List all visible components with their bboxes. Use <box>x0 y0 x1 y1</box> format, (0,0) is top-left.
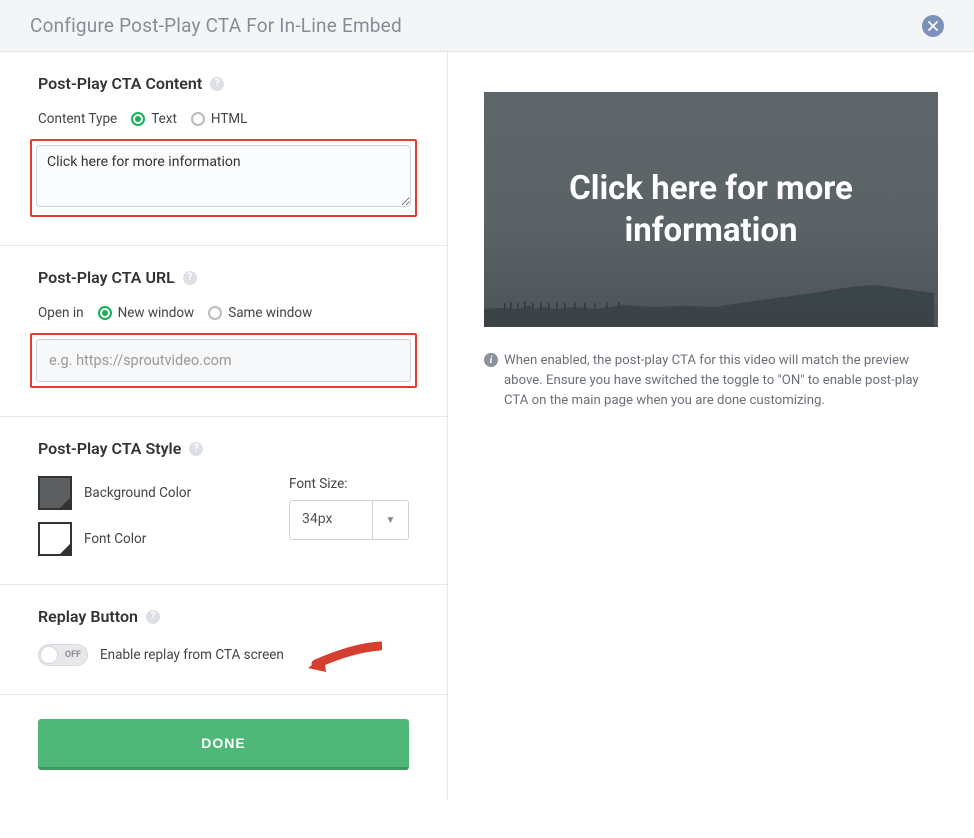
radio-icon-selected <box>131 112 145 126</box>
cta-style-heading: Post-Play CTA Style ? <box>38 439 409 458</box>
right-panel: Click here for more information i When e… <box>448 52 974 800</box>
section-cta-content: Post-Play CTA Content ? Content Type Tex… <box>0 52 447 246</box>
swatch-icon <box>38 522 72 556</box>
help-icon[interactable]: ? <box>146 610 160 624</box>
font-color-picker[interactable]: Font Color <box>38 522 191 556</box>
radio-same-window-label: Same window <box>228 305 312 321</box>
arrow-annotation-icon <box>302 638 382 678</box>
close-button[interactable] <box>922 15 944 37</box>
preview-cta-text: Click here for more information <box>484 168 938 251</box>
cta-url-input[interactable] <box>36 339 411 382</box>
highlight-annotation <box>30 139 417 217</box>
content-type-row: Content Type Text HTML <box>38 111 409 127</box>
radio-icon-selected <box>98 306 112 320</box>
font-size-value: 34px <box>290 501 372 539</box>
bg-color-picker[interactable]: Background Color <box>38 476 191 510</box>
bg-color-label: Background Color <box>84 485 191 501</box>
replay-heading: Replay Button ? <box>38 607 409 626</box>
cta-content-heading: Post-Play CTA Content ? <box>38 74 409 93</box>
highlight-annotation <box>30 333 417 388</box>
cta-content-title-text: Post-Play CTA Content <box>38 74 202 93</box>
content-type-label: Content Type <box>38 111 117 127</box>
modal-title: Configure Post-Play CTA For In-Line Embe… <box>30 14 402 37</box>
cta-url-title-text: Post-Play CTA URL <box>38 268 175 287</box>
help-icon[interactable]: ? <box>183 271 197 285</box>
open-in-row: Open in New window Same window <box>38 305 409 321</box>
radio-icon <box>191 112 205 126</box>
info-text: When enabled, the post-play CTA for this… <box>504 351 938 410</box>
toggle-knob <box>40 646 58 664</box>
radio-html-label: HTML <box>211 111 248 127</box>
close-icon <box>928 21 938 31</box>
info-row: i When enabled, the post-play CTA for th… <box>484 351 938 410</box>
section-cta-style: Post-Play CTA Style ? Background Color F… <box>0 417 447 585</box>
cta-preview: Click here for more information <box>484 92 938 327</box>
section-cta-url: Post-Play CTA URL ? Open in New window S… <box>0 246 447 417</box>
modal-header: Configure Post-Play CTA For In-Line Embe… <box>0 0 974 52</box>
help-icon[interactable]: ? <box>210 77 224 91</box>
replay-toggle-label: Enable replay from CTA screen <box>100 647 284 663</box>
radio-new-window-label: New window <box>118 305 195 321</box>
footer-section: DONE <box>0 695 447 800</box>
font-color-label: Font Color <box>84 531 146 547</box>
help-icon[interactable]: ? <box>189 442 203 456</box>
cta-text-input[interactable] <box>36 145 411 207</box>
left-panel: Post-Play CTA Content ? Content Type Tex… <box>0 52 448 800</box>
cta-url-heading: Post-Play CTA URL ? <box>38 268 409 287</box>
replay-title-text: Replay Button <box>38 607 138 626</box>
toggle-state-text: OFF <box>65 650 81 660</box>
chevron-down-icon: ▼ <box>372 501 408 539</box>
radio-text-label: Text <box>151 111 177 127</box>
cta-style-title-text: Post-Play CTA Style <box>38 439 181 458</box>
font-size-select[interactable]: 34px ▼ <box>289 500 409 540</box>
section-replay: Replay Button ? OFF Enable replay from C… <box>0 585 447 695</box>
radio-text[interactable]: Text <box>131 111 177 127</box>
done-button[interactable]: DONE <box>38 719 409 770</box>
radio-new-window[interactable]: New window <box>98 305 195 321</box>
font-size-label: Font Size: <box>289 476 409 492</box>
radio-html[interactable]: HTML <box>191 111 248 127</box>
open-in-label: Open in <box>38 305 84 321</box>
radio-icon <box>208 306 222 320</box>
radio-same-window[interactable]: Same window <box>208 305 312 321</box>
replay-toggle[interactable]: OFF <box>38 644 88 666</box>
info-icon: i <box>484 353 498 367</box>
swatch-icon <box>38 476 72 510</box>
